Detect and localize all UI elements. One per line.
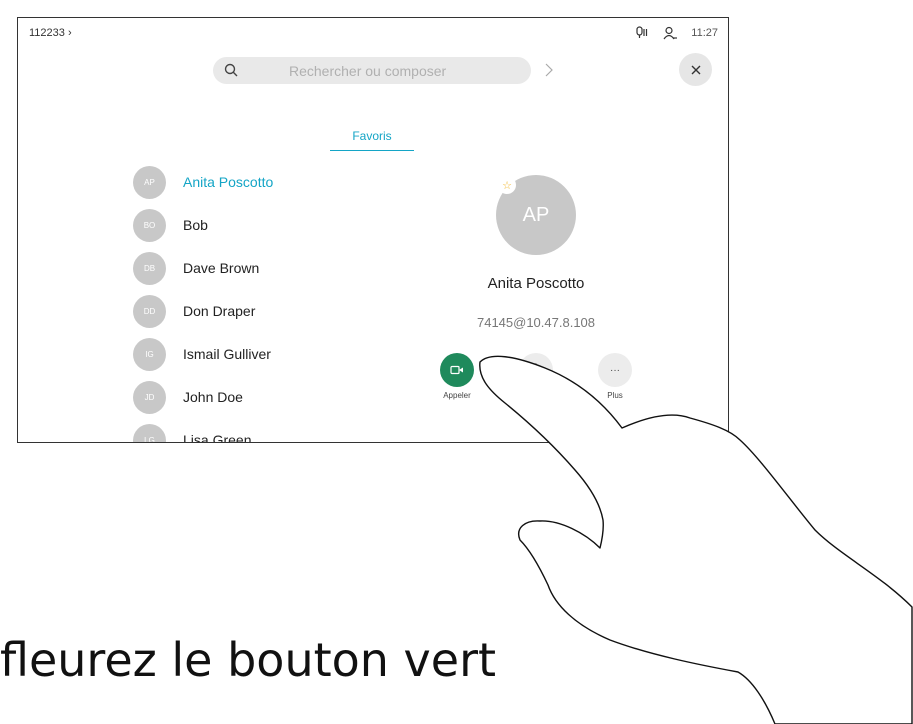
instruction-caption: fleurez le bouton vert bbox=[0, 633, 497, 687]
hand-illustration bbox=[479, 355, 913, 724]
